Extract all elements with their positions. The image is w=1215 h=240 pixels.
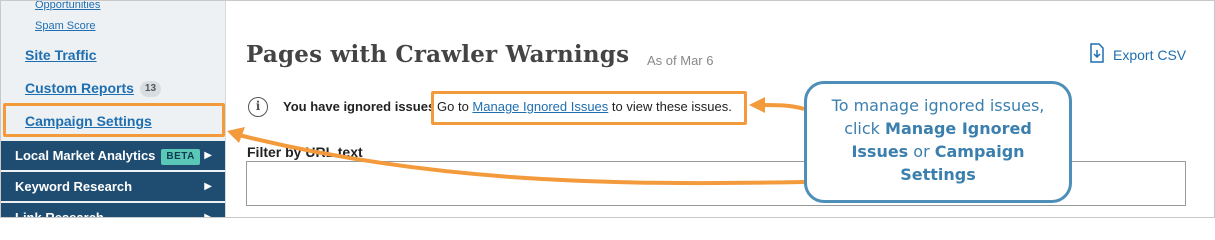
sidebar-section-label: Local Market Analytics — [15, 148, 156, 163]
app-frame: Opportunities Spam Score Site Traffic Cu… — [0, 0, 1215, 218]
sidebar: Opportunities Spam Score Site Traffic Cu… — [1, 1, 226, 218]
sidebar-item-campaign-settings[interactable]: Campaign Settings — [25, 113, 152, 129]
chevron-right-icon: ▶ — [204, 150, 212, 161]
as-of-date: As of Mar 6 — [647, 53, 714, 68]
export-icon[interactable] — [1089, 43, 1105, 63]
info-icon: i — [248, 97, 268, 117]
filter-label: Filter by URL text — [247, 144, 363, 160]
sidebar-item-site-traffic[interactable]: Site Traffic — [25, 47, 97, 63]
callout-line: Settings — [804, 163, 1072, 186]
chevron-right-icon: ▶ — [204, 212, 212, 218]
callout-line: click Manage Ignored — [804, 117, 1072, 140]
callout-text: To manage ignored issues, click Manage I… — [804, 94, 1072, 186]
notice-text: Go to Manage Ignored Issues to view thes… — [437, 99, 732, 114]
sidebar-section-label: Keyword Research — [15, 179, 133, 194]
callout-fragment: Manage Ignored — [885, 119, 1032, 138]
sidebar-section-link-research[interactable]: Link Research ▶ — [1, 203, 225, 218]
notice-lead: You have ignored issues. — [283, 99, 439, 114]
callout-fragment: click — [844, 119, 886, 138]
sidebar-subitem-spam-score[interactable]: Spam Score — [35, 20, 96, 32]
export-csv-button[interactable]: Export CSV — [1113, 47, 1186, 63]
page-title: Pages with Crawler Warnings — [246, 41, 630, 68]
count-badge: 13 — [139, 81, 162, 98]
beta-badge: BETA — [161, 148, 200, 165]
sidebar-subitem-opportunities[interactable]: Opportunities — [35, 1, 100, 11]
sidebar-item-label: Custom Reports — [25, 80, 134, 96]
callout-line: To manage ignored issues, — [831, 96, 1045, 115]
callout-fragment: Campaign — [934, 142, 1025, 161]
sidebar-section-keyword-research[interactable]: Keyword Research ▶ — [1, 172, 225, 201]
manage-ignored-issues-link[interactable]: Manage Ignored Issues — [472, 99, 608, 114]
notice-suffix: to view these issues. — [608, 99, 732, 114]
sidebar-item-custom-reports[interactable]: Custom Reports 13 — [25, 80, 162, 98]
callout-fragment: Issues — [851, 142, 909, 161]
sidebar-section-local-market-analytics[interactable]: Local Market Analytics BETA ▶ — [1, 141, 225, 170]
chevron-right-icon: ▶ — [204, 181, 212, 192]
notice-prefix: Go to — [437, 99, 473, 114]
callout-line: Issues or Campaign — [804, 140, 1072, 163]
sidebar-section-label: Link Research — [15, 210, 104, 218]
callout-fragment: or — [908, 142, 935, 161]
callout-fragment: Settings — [900, 165, 976, 184]
